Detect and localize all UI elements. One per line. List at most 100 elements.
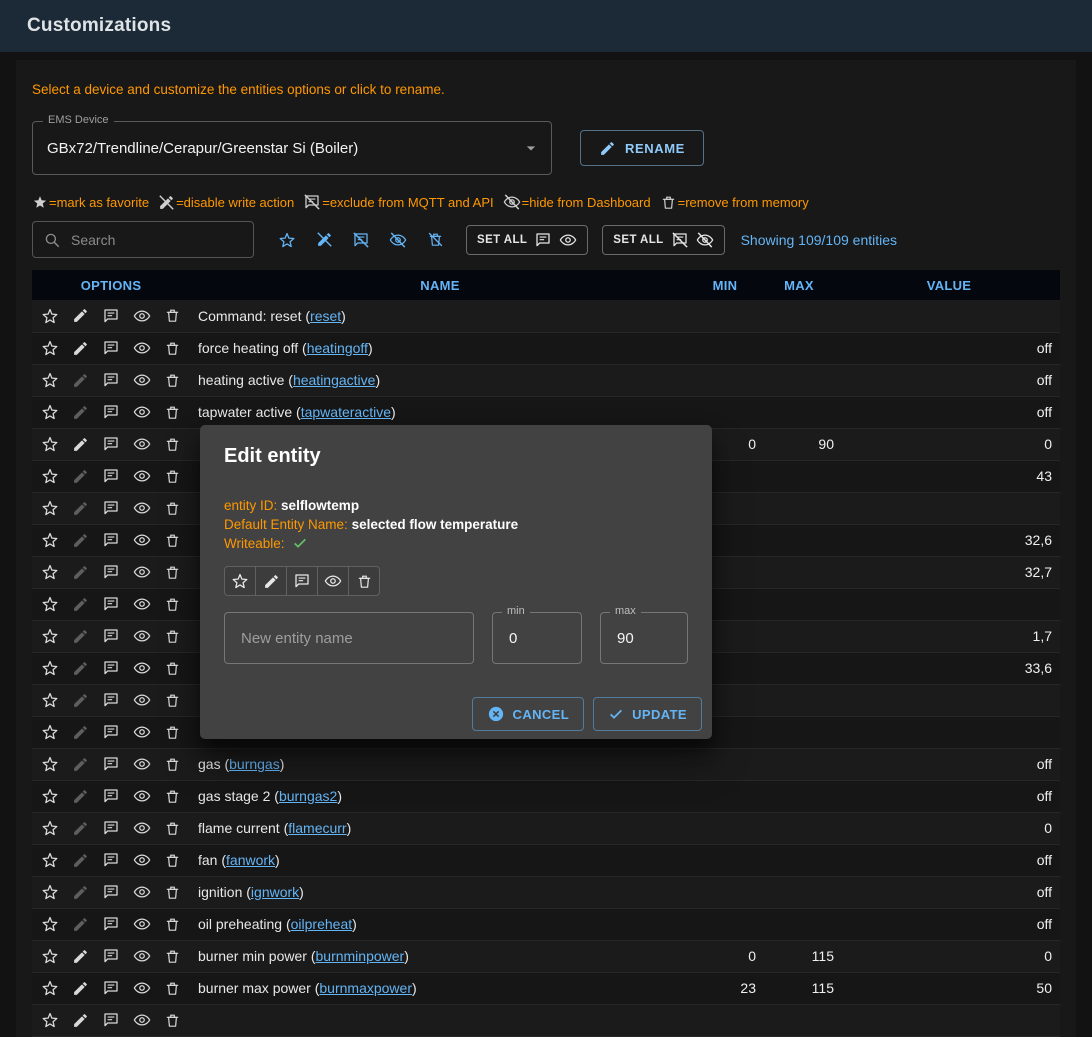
table-row[interactable]: Command: reset (reset)	[32, 300, 1060, 332]
entity-shortname-link[interactable]: burnmaxpower	[319, 980, 412, 996]
visibility-icon[interactable]	[133, 851, 151, 869]
update-button[interactable]: UPDATE	[593, 697, 702, 731]
mqtt-exclude-icon[interactable]	[102, 723, 120, 741]
favorite-icon[interactable]	[41, 499, 59, 517]
visibility-icon[interactable]	[133, 915, 151, 933]
delete-icon[interactable]	[164, 628, 181, 645]
mqtt-exclude-icon[interactable]	[102, 595, 120, 613]
delete-icon[interactable]	[164, 340, 181, 357]
edit-icon[interactable]	[72, 307, 89, 324]
edit-icon[interactable]	[72, 404, 89, 421]
edit-icon[interactable]	[72, 340, 89, 357]
mqtt-exclude-icon[interactable]	[102, 403, 120, 421]
favorite-icon[interactable]	[41, 371, 59, 389]
visibility-icon[interactable]	[133, 627, 151, 645]
visibility-icon[interactable]	[133, 979, 151, 997]
mqtt-exclude-icon[interactable]	[102, 819, 120, 837]
entity-shortname-link[interactable]: reset	[310, 308, 341, 324]
entity-shortname-link[interactable]: burngas	[229, 756, 280, 772]
exclude-mqtt-toggle[interactable]	[286, 566, 318, 596]
mqtt-exclude-icon[interactable]	[102, 979, 120, 997]
table-row[interactable]: oil preheating (oilpreheat) off	[32, 908, 1060, 940]
delete-icon[interactable]	[164, 852, 181, 869]
delete-icon[interactable]	[164, 660, 181, 677]
favorite-icon[interactable]	[41, 339, 59, 357]
entity-shortname-link[interactable]: burnminpower	[316, 948, 405, 964]
edit-icon[interactable]	[72, 596, 89, 613]
delete-icon[interactable]	[164, 980, 181, 997]
delete-icon[interactable]	[164, 820, 181, 837]
edit-icon[interactable]	[72, 884, 89, 901]
favorite-icon[interactable]	[41, 563, 59, 581]
favorite-icon[interactable]	[41, 1011, 59, 1029]
mqtt-exclude-icon[interactable]	[102, 1011, 120, 1029]
delete-icon[interactable]	[164, 564, 181, 581]
visibility-icon[interactable]	[133, 307, 151, 325]
visibility-icon[interactable]	[133, 499, 151, 517]
max-input[interactable]	[615, 629, 673, 648]
mqtt-exclude-icon[interactable]	[102, 851, 120, 869]
visibility-icon[interactable]	[133, 691, 151, 709]
edit-icon[interactable]	[72, 788, 89, 805]
mqtt-exclude-icon[interactable]	[102, 947, 120, 965]
visibility-icon[interactable]	[133, 755, 151, 773]
entity-shortname-link[interactable]: burngas2	[279, 788, 337, 804]
new-entity-name-field[interactable]	[224, 612, 474, 664]
table-row[interactable]: gas stage 2 (burngas2) off	[32, 780, 1060, 812]
visibility-icon[interactable]	[133, 1011, 151, 1029]
disable-write-toggle[interactable]	[255, 566, 287, 596]
visibility-icon[interactable]	[133, 531, 151, 549]
delete-icon[interactable]	[164, 596, 181, 613]
favorite-icon[interactable]	[41, 595, 59, 613]
table-row[interactable]: flame current (flamecurr) 0	[32, 812, 1060, 844]
edit-icon[interactable]	[72, 852, 89, 869]
visibility-icon[interactable]	[133, 563, 151, 581]
table-row[interactable]: burner max power (burnmaxpower) 23 115 5…	[32, 972, 1060, 1004]
delete-icon[interactable]	[164, 788, 181, 805]
edit-icon[interactable]	[72, 660, 89, 677]
favorite-icon[interactable]	[41, 819, 59, 837]
favorite-icon[interactable]	[41, 915, 59, 933]
favorite-icon[interactable]	[41, 467, 59, 485]
visibility-icon[interactable]	[133, 339, 151, 357]
edit-icon[interactable]	[72, 500, 89, 517]
set-all-hidden-button[interactable]: SET ALL	[602, 225, 724, 255]
entity-shortname-link[interactable]: ignwork	[251, 884, 299, 900]
mqtt-exclude-icon[interactable]	[102, 339, 120, 357]
cancel-button[interactable]: CANCEL	[472, 697, 585, 731]
search-input[interactable]	[69, 231, 243, 249]
search-field[interactable]	[32, 221, 254, 258]
edit-icon[interactable]	[72, 756, 89, 773]
mqtt-exclude-icon[interactable]	[102, 531, 120, 549]
min-field[interactable]: min	[492, 612, 582, 664]
delete-icon[interactable]	[164, 692, 181, 709]
favorite-toggle[interactable]	[224, 566, 256, 596]
delete-icon[interactable]	[164, 916, 181, 933]
entity-shortname-link[interactable]: heatingoff	[307, 340, 368, 356]
delete-icon[interactable]	[164, 532, 181, 549]
delete-icon[interactable]	[164, 436, 181, 453]
mqtt-exclude-icon[interactable]	[102, 435, 120, 453]
mqtt-exclude-icon[interactable]	[102, 787, 120, 805]
favorite-icon[interactable]	[41, 627, 59, 645]
min-input[interactable]	[507, 629, 567, 648]
new-entity-name-input[interactable]	[239, 629, 459, 648]
remove-memory-toggle[interactable]	[348, 566, 380, 596]
favorite-icon[interactable]	[41, 723, 59, 741]
exclude-mqtt-filter-button[interactable]	[344, 223, 378, 257]
favorite-icon[interactable]	[41, 755, 59, 773]
mqtt-exclude-icon[interactable]	[102, 563, 120, 581]
mqtt-exclude-icon[interactable]	[102, 307, 120, 325]
max-field[interactable]: max	[600, 612, 688, 664]
visibility-icon[interactable]	[133, 659, 151, 677]
favorite-icon[interactable]	[41, 435, 59, 453]
favorite-icon[interactable]	[41, 307, 59, 325]
mqtt-exclude-icon[interactable]	[102, 371, 120, 389]
favorite-filter-button[interactable]	[270, 223, 304, 257]
device-select[interactable]: EMS Device GBx72/Trendline/Cerapur/Green…	[32, 121, 552, 175]
edit-icon[interactable]	[72, 820, 89, 837]
delete-icon[interactable]	[164, 724, 181, 741]
visibility-icon[interactable]	[133, 403, 151, 421]
table-row[interactable]: ignition (ignwork) off	[32, 876, 1060, 908]
mqtt-exclude-icon[interactable]	[102, 691, 120, 709]
